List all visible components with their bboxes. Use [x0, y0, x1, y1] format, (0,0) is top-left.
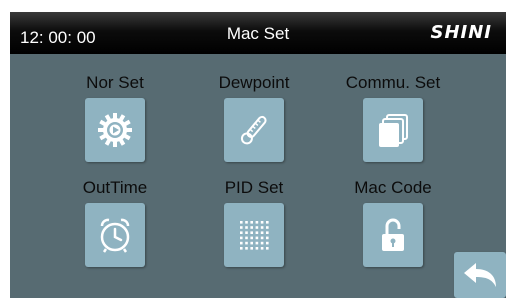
dot-grid-dot	[266, 241, 269, 245]
dewpoint-button[interactable]	[224, 98, 284, 162]
dot-grid-dot	[255, 236, 259, 240]
mac-code-button[interactable]	[363, 203, 423, 267]
dot-grid-dot	[260, 221, 264, 224]
dot-grid-dot	[240, 226, 243, 229]
title-bar: 12: 00: 00 Mac Set SHINI	[10, 12, 506, 54]
outtime-label: OutTime	[82, 178, 148, 197]
dot-grid-dot	[250, 247, 253, 250]
dot-grid-dot	[260, 231, 264, 234]
dot-grid-dot	[266, 247, 269, 250]
dot-grid-dot	[266, 231, 269, 234]
menu-item-mac-code: Mac Code	[333, 178, 453, 267]
menu-item-pid-set: PID Set	[194, 178, 314, 267]
stacked-pages-icon	[379, 114, 408, 147]
dot-grid-dot	[250, 231, 253, 234]
dot-grid-dot	[240, 236, 243, 240]
nor-set-label: Nor Set	[86, 73, 144, 92]
dot-grid-dot	[255, 226, 259, 229]
dot-grid-dot	[250, 236, 253, 240]
dot-grid-dot	[240, 231, 243, 234]
thermometer-icon	[240, 115, 267, 145]
back-arrow-icon	[464, 263, 496, 287]
brand-logo: SHINI	[430, 22, 492, 43]
pid-set-button[interactable]	[224, 203, 284, 267]
dot-grid-dot	[250, 241, 253, 245]
alarm-clock-icon	[100, 218, 130, 253]
menu-item-dewpoint: Dewpoint	[194, 73, 314, 162]
dot-grid-dot	[245, 247, 248, 250]
dot-grid-dot	[255, 247, 259, 250]
outtime-button[interactable]	[85, 203, 145, 267]
pid-set-label: PID Set	[224, 178, 284, 197]
unlocked-padlock-icon	[382, 218, 404, 251]
dot-grid-dot	[255, 231, 259, 234]
commu-set-button[interactable]	[363, 98, 423, 162]
dot-grid-dot	[260, 247, 264, 250]
dot-grid-dot	[245, 236, 248, 240]
dot-grid-dot	[260, 236, 264, 240]
dot-grid-dot	[260, 226, 264, 229]
dot-grid-dot	[245, 221, 248, 224]
dot-grid-dot	[240, 247, 243, 250]
dot-grid-dot	[250, 221, 253, 224]
dot-grid-dot	[240, 221, 243, 224]
dot-grid-dot	[266, 226, 269, 229]
dot-grid-dot	[260, 241, 264, 245]
dot-grid-dot	[255, 241, 259, 245]
menu-item-commu-set: Commu. Set	[333, 73, 453, 162]
dot-grid-dot	[255, 221, 259, 224]
dot-grid-dot	[266, 236, 269, 240]
dewpoint-label: Dewpoint	[218, 73, 290, 92]
dot-grid-dot	[245, 226, 248, 229]
menu-item-outtime: OutTime	[55, 178, 175, 267]
commu-set-label: Commu. Set	[345, 73, 441, 92]
dot-grid-dot	[245, 231, 248, 234]
dot-grid-dot	[245, 241, 248, 245]
gear-icon	[98, 113, 132, 147]
back-button[interactable]	[454, 252, 506, 298]
dot-grid-icon	[240, 221, 269, 250]
dot-grid-dot	[250, 226, 253, 229]
dot-grid-dot	[240, 241, 243, 245]
menu-item-nor-set: Nor Set	[55, 73, 175, 162]
screen: 12: 00: 00 Mac Set SHINI Nor Set Dewpoin…	[10, 12, 506, 298]
mac-code-label: Mac Code	[354, 178, 432, 197]
nor-set-button[interactable]	[85, 98, 145, 162]
dot-grid-dot	[266, 221, 269, 224]
